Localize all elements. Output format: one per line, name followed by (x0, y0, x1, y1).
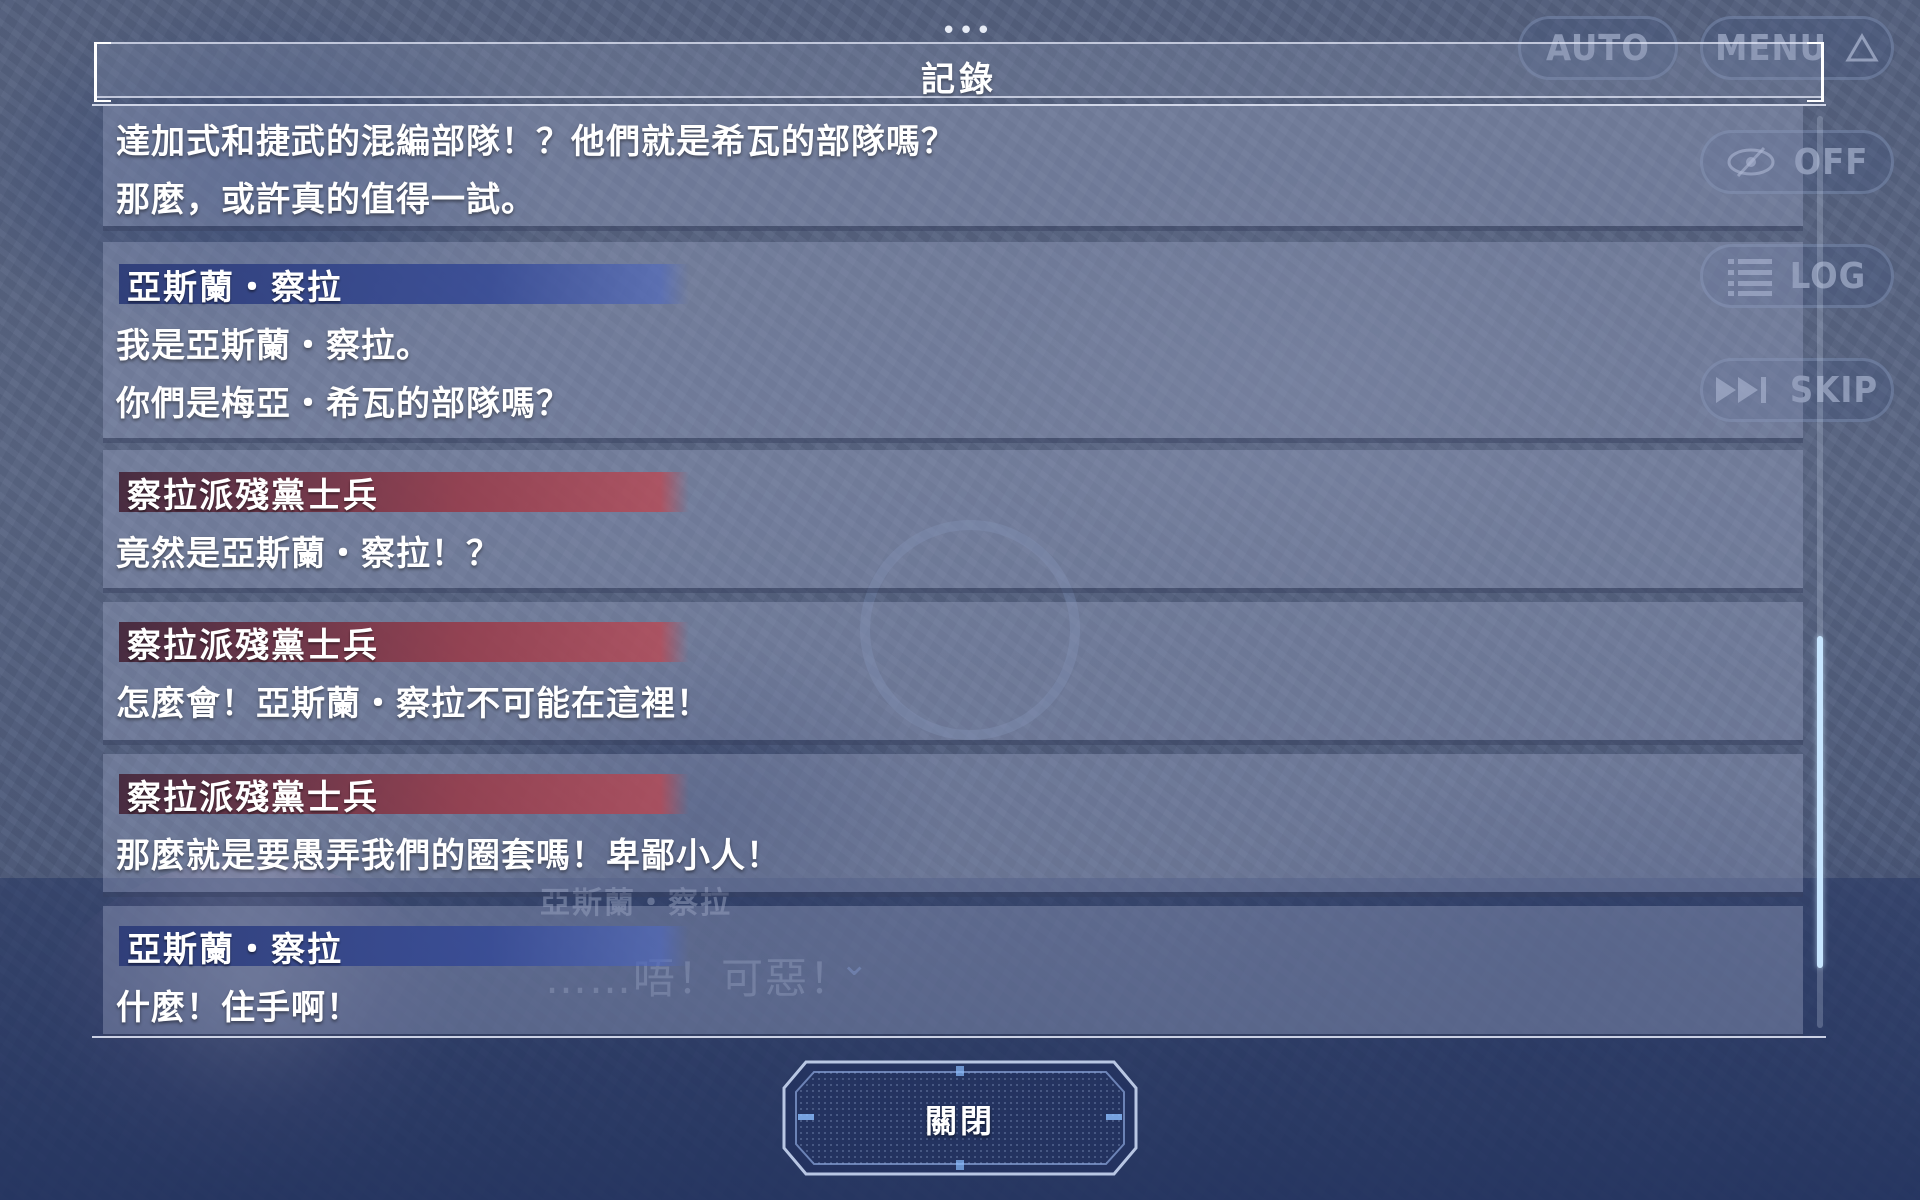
log-line: 那麼，或許真的值得一試。 (116, 180, 536, 220)
speaker-nameplate: 察拉派殘黨士兵 (119, 774, 689, 818)
speaker-name: 察拉派殘黨士兵 (127, 625, 379, 666)
log-entry: 達加式和捷武的混編部隊！？他們就是希瓦的部隊嗎？ 那麼，或許真的值得一試。 (103, 106, 1803, 226)
speaker-nameplate: 察拉派殘黨士兵 (119, 622, 689, 666)
log-header: 記錄 (94, 42, 1824, 102)
log-line: 我是亞斯蘭・察拉。 (116, 326, 431, 366)
log-entry: 察拉派殘黨士兵 那麼就是要愚弄我們的圈套嗎！卑鄙小人！ (103, 754, 1803, 892)
speaker-nameplate: 亞斯蘭・察拉 (119, 926, 689, 970)
divider (92, 1036, 1826, 1038)
skip-label: SKIP (1789, 369, 1879, 411)
speaker-name: 察拉派殘黨士兵 (127, 475, 379, 516)
log-line: 那麼就是要愚弄我們的圈套嗎！卑鄙小人！ (116, 836, 781, 876)
log-entry: 亞斯蘭・察拉 我是亞斯蘭・察拉。 你們是梅亞・希瓦的部隊嗎？ (103, 242, 1803, 438)
log-entry: 察拉派殘黨士兵 竟然是亞斯蘭・察拉！？ (103, 450, 1803, 588)
close-button[interactable]: 關閉 (780, 1058, 1140, 1178)
speaker-nameplate: 察拉派殘黨士兵 (119, 472, 689, 516)
triangle-up-icon (1845, 33, 1879, 62)
hide-ui-label: OFF (1793, 141, 1869, 183)
log-line: 你們是梅亞・希瓦的部隊嗎？ (116, 384, 571, 424)
log-line: 怎麼會！亞斯蘭・察拉不可能在這裡！ (116, 684, 711, 724)
speaker-nameplate: 亞斯蘭・察拉 (119, 264, 689, 308)
speaker-name: 察拉派殘黨士兵 (127, 777, 379, 818)
log-line: 達加式和捷武的混編部隊！？他們就是希瓦的部隊嗎？ (116, 122, 956, 162)
scrollbar-thumb[interactable] (1817, 636, 1823, 968)
log-entry: 亞斯蘭・察拉 什麼！住手啊！ (103, 906, 1803, 1034)
log-line: 什麼！住手啊！ (116, 988, 361, 1028)
log-entry: 察拉派殘黨士兵 怎麼會！亞斯蘭・察拉不可能在這裡！ (103, 602, 1803, 740)
log-title: 記錄 (921, 60, 997, 100)
speaker-name: 亞斯蘭・察拉 (127, 267, 343, 308)
speaker-name: 亞斯蘭・察拉 (127, 929, 343, 970)
log-line: 竟然是亞斯蘭・察拉！？ (116, 534, 501, 574)
close-button-label: 關閉 (924, 1102, 995, 1140)
